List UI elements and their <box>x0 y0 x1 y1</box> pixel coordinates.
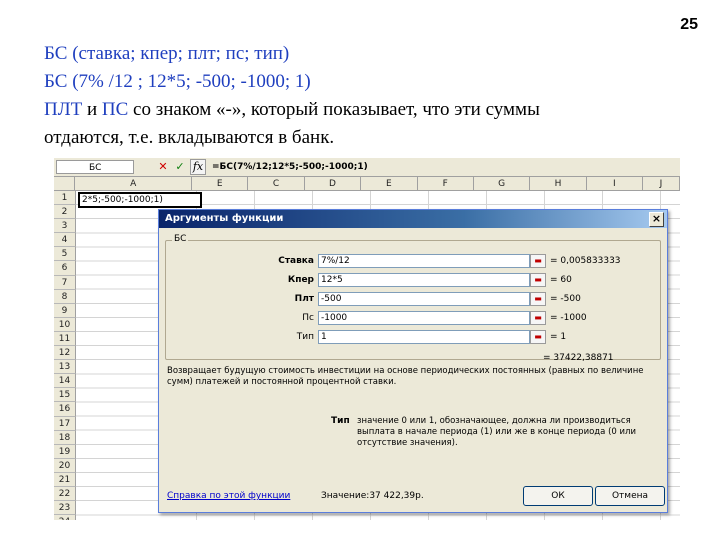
row-header[interactable]: 13 <box>54 360 76 375</box>
slide-text: БС (ставка; кпер; плт; пс; тип) БС (7% /… <box>44 40 684 152</box>
explanation-rest: со знаком «-», который показывает, что э… <box>128 99 540 120</box>
insert-function-icon[interactable]: fx <box>190 159 206 175</box>
row-header[interactable]: 7 <box>54 275 76 290</box>
dialog-title: Аргументы функции × <box>159 210 667 228</box>
explanation-line-2: отдаются, т.е. вкладываются в банк. <box>44 127 335 148</box>
arg-result: = -500 <box>550 294 581 304</box>
row-header[interactable]: 3 <box>54 219 76 234</box>
group-label: БС <box>172 234 189 244</box>
column-header[interactable]: C <box>248 177 305 191</box>
column-header[interactable]: G <box>473 177 531 191</box>
function-description: Возвращает будущую стоимость инвестиции … <box>167 366 644 387</box>
arguments-group: БС Ставка 7%/12 ▬ = 0,005833333 Кпер 12*… <box>165 234 661 360</box>
row-header[interactable]: 10 <box>54 317 76 332</box>
range-picker-icon[interactable]: ▬ <box>530 311 546 325</box>
range-picker-icon[interactable]: ▬ <box>530 292 546 306</box>
column-header[interactable]: I <box>586 177 644 191</box>
function-help-link[interactable]: Справка по этой функции <box>167 491 290 501</box>
arg-row-nper: Кпер 12*5 ▬ = 60 <box>166 273 660 287</box>
formula-result: = 37422,38871 <box>543 353 614 363</box>
row-header[interactable]: 11 <box>54 331 76 347</box>
column-header[interactable]: H <box>530 177 587 191</box>
arg-label: Плт <box>294 294 314 304</box>
slide-number: 25 <box>680 16 698 33</box>
range-picker-icon[interactable]: ▬ <box>530 254 546 268</box>
row-header[interactable]: 1 <box>54 191 76 206</box>
arg-label: Кпер <box>287 275 314 285</box>
row-header[interactable]: 22 <box>54 486 76 502</box>
arg-row-rate: Ставка 7%/12 ▬ = 0,005833333 <box>166 254 660 268</box>
row-header[interactable]: 4 <box>54 233 76 248</box>
formula-bar: БС ✕ ✓ fx =БС(7%/12;12*5;-500;-1000;1) <box>54 158 680 177</box>
formula-input[interactable]: =БС(7%/12;12*5;-500;-1000;1) <box>212 162 368 172</box>
explanation-line-1: ПЛТ и ПС со знаком «-», который показыва… <box>44 96 684 124</box>
row-header[interactable]: 5 <box>54 247 76 262</box>
arg-row-pv: Пс -1000 ▬ = -1000 <box>166 311 660 325</box>
active-cell-a1[interactable]: 2*5;-500;-1000;1) <box>78 192 202 208</box>
arg-result: = -1000 <box>550 313 587 323</box>
syntax-line: БС (ставка; кпер; плт; пс; тип) <box>44 43 290 64</box>
argument-description-label: Тип <box>331 416 350 426</box>
name-box[interactable]: БС <box>56 160 134 174</box>
pmt-input[interactable]: -500 <box>318 292 530 306</box>
arg-row-type: Тип 1 ▬ = 1 <box>166 330 660 344</box>
row-header[interactable]: 6 <box>54 261 76 276</box>
row-header[interactable]: 15 <box>54 388 76 403</box>
arg-label: Ставка <box>278 256 314 266</box>
example-line: БС (7% /12 ; 12*5; -500; -1000; 1) <box>44 71 311 92</box>
arg-result: = 1 <box>550 332 567 342</box>
argument-description: значение 0 или 1, обозначающее, должна л… <box>357 416 636 448</box>
row-header[interactable]: 18 <box>54 430 76 445</box>
plt-term: ПЛТ <box>44 99 83 120</box>
row-header[interactable]: 12 <box>54 346 76 361</box>
ok-button[interactable]: ОК <box>523 486 593 506</box>
row-header[interactable]: 2 <box>54 205 76 220</box>
arg-result: = 0,005833333 <box>550 256 621 266</box>
arg-label: Тип <box>296 332 314 342</box>
range-picker-icon[interactable]: ▬ <box>530 330 546 344</box>
function-arguments-dialog: Аргументы функции × БС Ставка 7%/12 ▬ = … <box>158 209 668 513</box>
row-header[interactable]: 24 <box>54 515 76 520</box>
column-header[interactable]: E <box>192 177 249 191</box>
row-header[interactable]: 16 <box>54 402 76 417</box>
and-word: и <box>82 99 102 120</box>
cancel-icon[interactable]: ✕ <box>156 160 170 174</box>
select-all-corner[interactable] <box>54 177 76 191</box>
enter-icon[interactable]: ✓ <box>173 160 187 174</box>
value-readout: Значение:37 422,39р. <box>321 491 424 501</box>
column-header[interactable]: D <box>304 177 362 191</box>
arg-row-pmt: Плт -500 ▬ = -500 <box>166 292 660 306</box>
nper-input[interactable]: 12*5 <box>318 273 530 287</box>
arg-result: = 60 <box>550 275 572 285</box>
row-header[interactable]: 17 <box>54 416 76 431</box>
row-header[interactable]: 8 <box>54 289 76 304</box>
arg-label: Пс <box>302 313 314 323</box>
pv-input[interactable]: -1000 <box>318 311 530 325</box>
cancel-button[interactable]: Отмена <box>595 486 665 506</box>
row-header[interactable]: 20 <box>54 458 76 473</box>
row-header[interactable]: 14 <box>54 374 76 389</box>
row-header[interactable]: 23 <box>54 501 76 516</box>
column-header[interactable]: E <box>361 177 418 191</box>
column-header[interactable]: J <box>643 177 680 191</box>
range-picker-icon[interactable]: ▬ <box>530 273 546 287</box>
rate-input[interactable]: 7%/12 <box>318 254 530 268</box>
column-header[interactable]: F <box>417 177 474 191</box>
type-input[interactable]: 1 <box>318 330 530 344</box>
row-headers: 123456789101112131415161718192021222324 <box>54 191 76 520</box>
row-header[interactable]: 9 <box>54 303 76 318</box>
close-icon[interactable]: × <box>649 212 664 227</box>
column-header[interactable]: A <box>75 177 193 191</box>
row-header[interactable]: 19 <box>54 444 76 459</box>
row-header[interactable]: 21 <box>54 472 76 487</box>
column-headers: A E C D E F G H I J <box>54 177 680 191</box>
ps-term: ПС <box>101 99 129 120</box>
dialog-title-text: Аргументы функции <box>165 213 284 224</box>
